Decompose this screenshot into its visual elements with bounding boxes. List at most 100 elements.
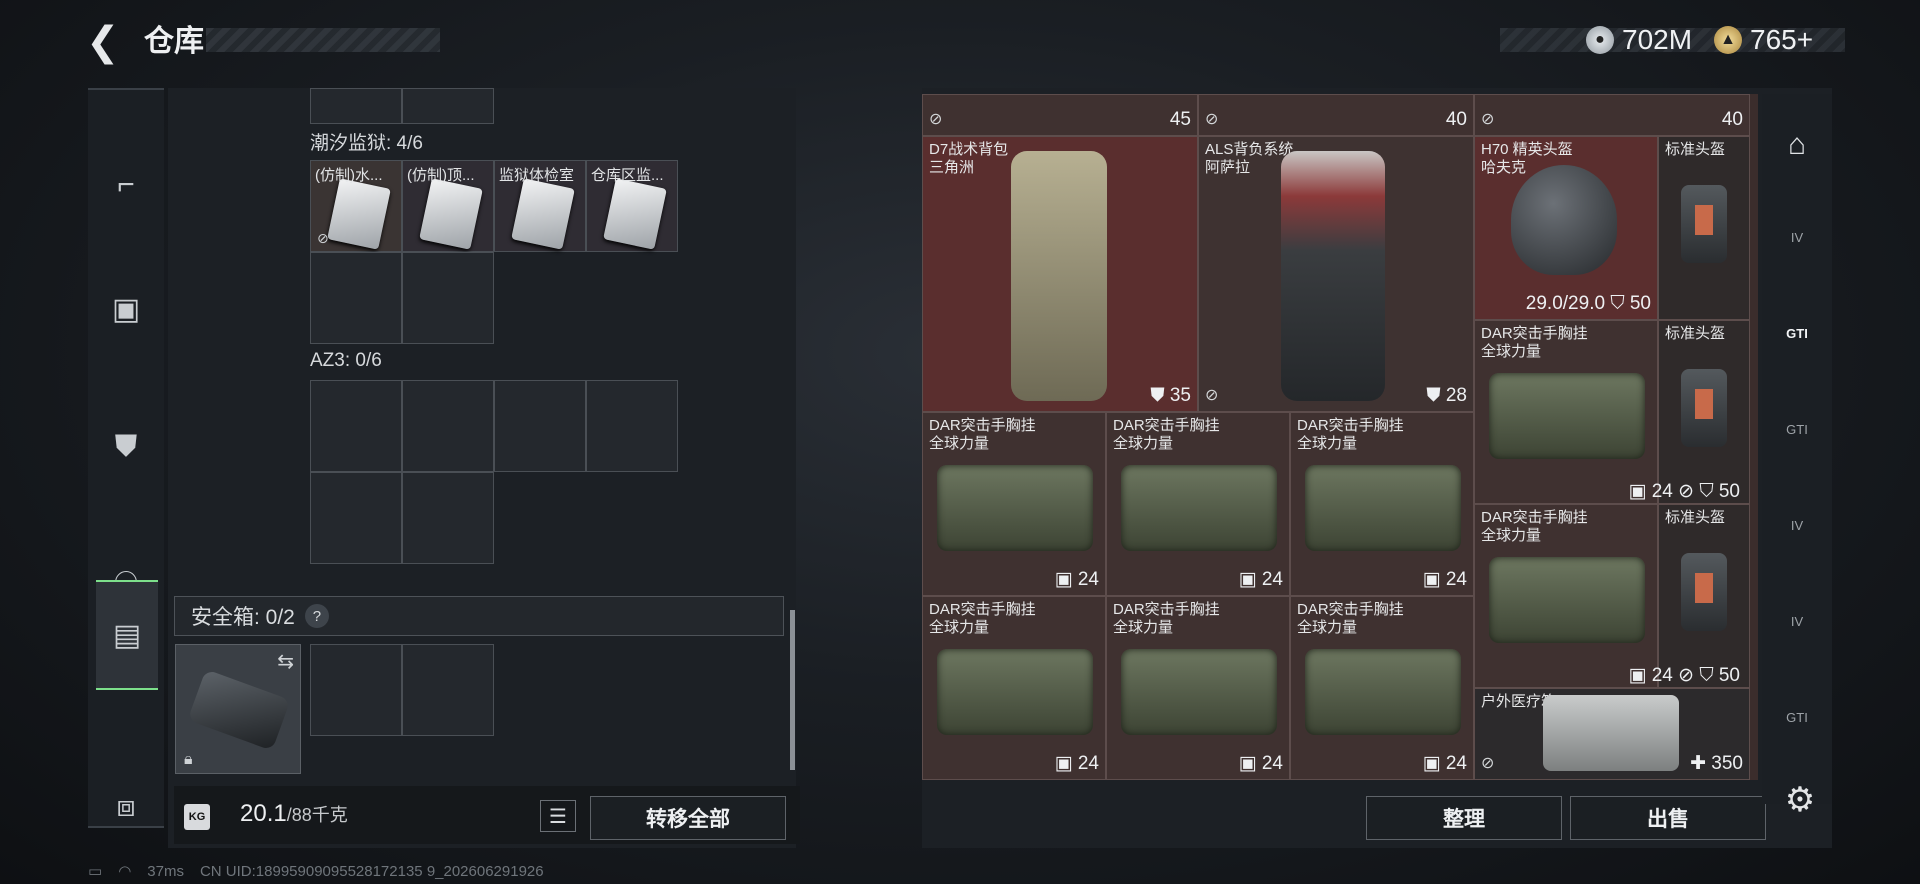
toolbox-icon[interactable]: ⧈ (88, 752, 164, 862)
keycard-image (603, 178, 667, 250)
scrollbar[interactable] (790, 610, 795, 770)
back-arrow-icon[interactable]: ❮ (86, 20, 122, 64)
item-cell[interactable]: 标准头盔 (1658, 320, 1750, 504)
medkit-image (1543, 695, 1679, 771)
grid-slot[interactable] (402, 252, 494, 344)
stash-page-rail: ⌂ IV GTI GTI IV IV GTI (1762, 94, 1832, 804)
grid-slot[interactable] (402, 472, 494, 564)
grid-slot[interactable] (310, 88, 402, 124)
keycard-image (511, 178, 575, 250)
safe-box-header: 安全箱: 0/2 ? (174, 596, 784, 636)
item-cell[interactable]: 标准头盔 (1658, 136, 1750, 320)
item-cell[interactable]: DAR突击手胸挂 全球力量 ▣ 24 (1290, 412, 1474, 596)
item-cell[interactable]: ALS背负系统 阿萨拉 ⊘ ⛊ 28 (1198, 136, 1474, 412)
item-cell[interactable]: DAR突击手胸挂 全球力量 ▣ 24 (1106, 596, 1290, 780)
help-icon[interactable]: ? (304, 604, 329, 628)
no-trade-icon: ⊘ (1205, 111, 1219, 128)
safe-grid-slot[interactable] (310, 644, 402, 736)
armor-vest-icon[interactable]: ▣ (88, 254, 164, 364)
item-cell[interactable]: DAR突击手胸挂 全球力量 ▣ 24 (922, 596, 1106, 780)
silver-amount: 702M (1622, 24, 1693, 55)
secure-case-image (187, 669, 291, 751)
no-trade-icon: ⊘ (317, 230, 329, 246)
category-rail: ⌐ ▣ ⛊ ⌓ ▤ ⧈ (88, 88, 164, 828)
page-title: 仓库 (144, 25, 204, 58)
weight-readout: 20.1/88千克 (240, 800, 348, 827)
no-trade-icon: ⊘ (929, 111, 943, 128)
ping-text: 37ms (147, 862, 184, 880)
chest-rig-image (1121, 649, 1277, 735)
pistol-icon[interactable]: ⌐ (88, 130, 164, 240)
backpack-image (1011, 151, 1107, 401)
stash-page-icon[interactable]: GTI (1762, 290, 1832, 376)
chest-rig-image (1121, 465, 1277, 551)
grid-slot[interactable] (586, 380, 678, 472)
item-stats: ▣ 24 ⊘ ⛉ 50 (1628, 481, 1740, 502)
backpack-icon[interactable]: ⛊ (88, 392, 164, 502)
item-cell[interactable]: DAR突击手胸挂 全球力量 ▣ 24 (1290, 596, 1474, 780)
title-decoration (206, 28, 440, 52)
chest-rig-image (937, 649, 1093, 735)
grid-slot[interactable] (310, 252, 402, 344)
helmet-image (1681, 185, 1727, 263)
item-stats: ▣ 24 ⊘ ⛉ 50 (1628, 665, 1740, 686)
grid-slot[interactable] (402, 380, 494, 472)
item-cell[interactable]: ⊘ 40 (1474, 94, 1750, 136)
no-trade-icon: ⊘ (1205, 387, 1219, 404)
item-cell[interactable]: ⊘ 45 (922, 94, 1198, 136)
grid-slot[interactable] (310, 380, 402, 472)
stash-page-icon[interactable]: IV (1762, 482, 1832, 568)
item-slot[interactable]: 仓库区监... (586, 160, 678, 252)
silver-currency: ● 702M (1586, 20, 1692, 60)
stash-page-icon[interactable]: IV (1762, 194, 1832, 280)
sell-button[interactable]: 出售 (1570, 796, 1766, 840)
gold-currency[interactable]: ▲ 765+ (1714, 20, 1813, 60)
chest-rig-image (1489, 373, 1645, 459)
list-view-icon[interactable]: ☰ (540, 800, 576, 832)
stash-page-icon[interactable]: GTI (1762, 386, 1832, 472)
item-slot[interactable]: (仿制)水... ⊘ (310, 160, 402, 252)
safe-grid-slot[interactable] (402, 644, 494, 736)
item-slot[interactable]: (仿制)顶... (402, 160, 494, 252)
safe-box-slot[interactable]: ⇆ 🔒︎ (175, 644, 301, 774)
helmet-image (1681, 553, 1727, 631)
home-stash-icon[interactable]: ⌂ (1762, 102, 1832, 188)
item-cell[interactable]: DAR突击手胸挂 全球力量 ▣ 24 (1106, 412, 1290, 596)
item-cell[interactable]: DAR突击手胸挂 全球力量 (1474, 504, 1658, 688)
item-cell[interactable]: 标准头盔 (1658, 504, 1750, 688)
item-cell[interactable]: ⊘ 40 (1198, 94, 1474, 136)
status-footer: ▭ ◠ 37ms CN UID:18995909095528172135 9_2… (88, 862, 544, 881)
chest-rig-image (1305, 649, 1461, 735)
stash-page-icon[interactable]: IV (1762, 578, 1832, 664)
silver-coin-icon: ● (1586, 26, 1614, 54)
case-icon[interactable]: ▤ (96, 580, 158, 690)
item-cell[interactable]: DAR突击手胸挂 全球力量 (1474, 320, 1658, 504)
stash-page-icon[interactable]: GTI (1762, 674, 1832, 760)
keycard-image (327, 178, 391, 250)
battery-icon: ▭ (88, 863, 103, 880)
chest-rig-image (1489, 557, 1645, 643)
chest-rig-image (1305, 465, 1461, 551)
safe-box-label: 安全箱: 0/2 (191, 606, 295, 629)
grid-slot[interactable] (402, 88, 494, 124)
chaoxi-label: 潮汐监狱: 4/6 (310, 133, 423, 154)
grid-slot[interactable] (310, 472, 402, 564)
chest-rig-image (937, 465, 1093, 551)
stash-grid: ⊘ 45 ⊘ 40 ⊘ 40 D7战术背包 三角洲 ⛊ 35 ALS背负系统 阿萨拉… (922, 94, 1758, 780)
az3-label: AZ3: 0/6 (310, 350, 382, 371)
item-cell[interactable]: 户外医疗箱 ⊘ ✚ 350 (1474, 688, 1750, 780)
swap-icon[interactable]: ⇆ (277, 649, 294, 674)
item-cell[interactable]: H70 精英头盔 哈夫克 29.0/29.0 ⛉ 50 (1474, 136, 1658, 320)
uid-text: CN UID:18995909095528172135 9_2026062919… (199, 862, 544, 880)
gear-icon[interactable]: ⚙ (1780, 780, 1820, 820)
grid-slot[interactable] (494, 380, 586, 472)
keycard-image (419, 178, 483, 250)
organize-button[interactable]: 整理 (1366, 796, 1562, 840)
weight-icon: KG (184, 804, 210, 830)
transfer-all-button[interactable]: 转移全部 (590, 796, 786, 840)
item-slot[interactable]: 监狱体检室 (494, 160, 586, 252)
backpack-image (1281, 151, 1385, 401)
item-cell[interactable]: D7战术背包 三角洲 ⛊ 35 (922, 136, 1198, 412)
gold-coin-icon: ▲ (1714, 26, 1742, 54)
item-cell[interactable]: DAR突击手胸挂 全球力量 ▣ 24 (922, 412, 1106, 596)
